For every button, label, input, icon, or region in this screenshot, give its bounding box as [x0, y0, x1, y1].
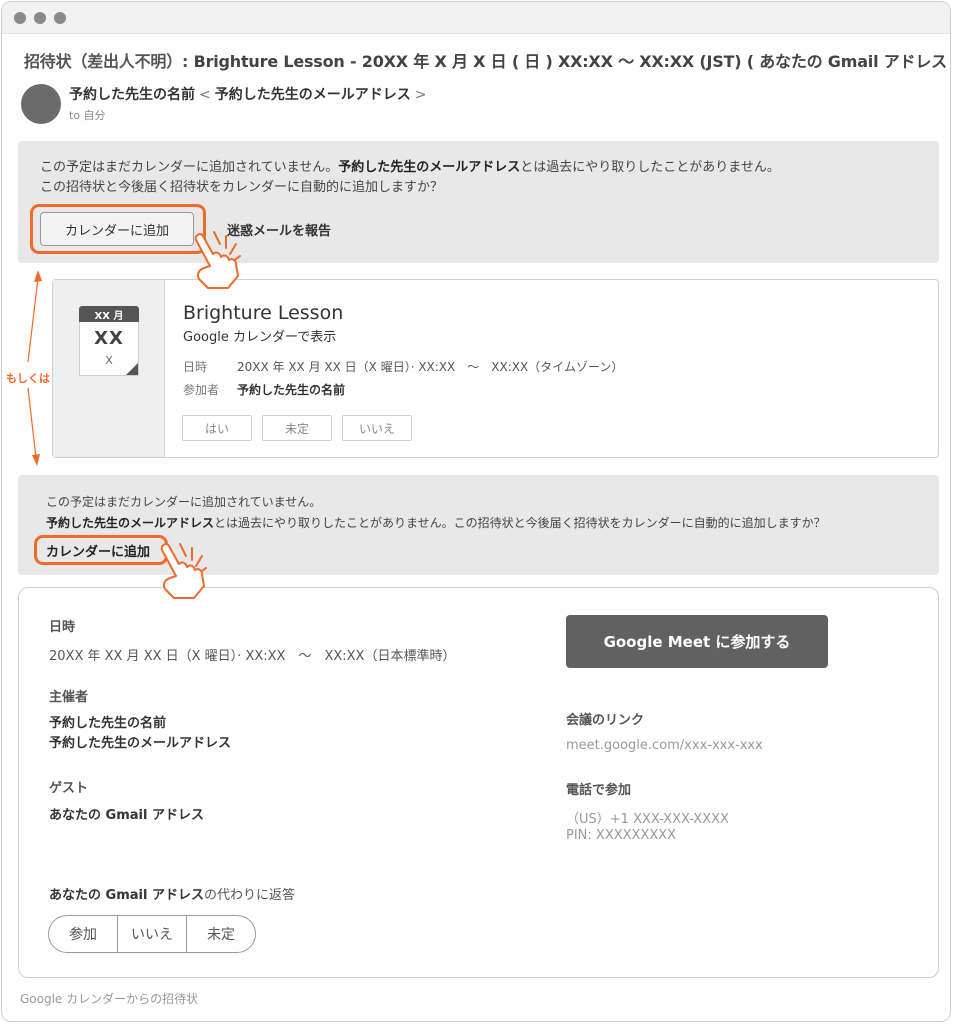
- when-label: 日時: [49, 620, 76, 635]
- rsvp-maybe-button[interactable]: 未定: [262, 415, 332, 441]
- calendar-icon-fold: [126, 363, 138, 375]
- sender-close-bracket: >: [414, 87, 427, 103]
- or-annotation-label: もしくは: [6, 372, 50, 385]
- window-titlebar: [2, 2, 950, 34]
- window-close-dot[interactable]: [14, 12, 26, 24]
- event-title: Brighture Lesson: [183, 302, 344, 324]
- when-value: 20XX 年 XX 月 XX 日（X 曜日）· XX:XX 〜 XX:XX（日本…: [49, 649, 456, 664]
- sender-open-bracket: <: [199, 87, 211, 103]
- organizer-name: 予約した先生の名前: [49, 716, 167, 731]
- guests-label: ゲスト: [49, 781, 89, 796]
- guest-email: あなたの Gmail アドレス: [49, 808, 204, 823]
- notice-alt-sender-email: 予約した先生のメールアドレス: [46, 516, 215, 530]
- notice-line-1: この予定はまだカレンダーに追加されていません。予約した先生のメールアドレスとは過…: [40, 158, 780, 178]
- rsvp-maybe-option[interactable]: 未定: [187, 916, 255, 952]
- calendar-icon-day: XX: [94, 328, 124, 349]
- sender-avatar: [21, 84, 61, 124]
- organizer-label: 主催者: [49, 690, 89, 705]
- footer-note: Google カレンダーからの招待状: [20, 992, 199, 1006]
- subject-body: Brighture Lesson - 20XX 年 X 月 X 日 ( 日 ) …: [188, 52, 953, 71]
- phone-number[interactable]: （US）+1 XXX-XXX-XXXX: [566, 808, 729, 827]
- subject-prefix: 招待状（差出人不明）:: [24, 52, 189, 71]
- notice-line-1-suffix: とは過去にやり取りしたことがありません。: [520, 160, 780, 175]
- organizer-email: 予約した先生のメールアドレス: [49, 736, 232, 751]
- notice-line-2: この招待状と今後届く招待状をカレンダーに自動的に追加しますか？: [40, 180, 444, 195]
- window-minimize-dot[interactable]: [34, 12, 46, 24]
- calendar-icon-month: XX 月: [79, 306, 139, 322]
- notice-alt-line-1: この予定はまだカレンダーに追加されていません。: [46, 495, 322, 509]
- email-subject: 招待状（差出人不明）: Brighture Lesson - 20XX 年 X …: [24, 48, 953, 72]
- phone-pin: PIN: XXXXXXXXX: [566, 828, 677, 843]
- notice-alt-line-2-text: とは過去にやり取りしたことがありません。この招待状と今後届く招待状をカレンダーに…: [214, 516, 826, 530]
- sender-line: 予約した先生の名前 < 予約した先生のメールアドレス >: [69, 84, 430, 104]
- event-details-panel: 日時 20XX 年 XX 月 XX 日（X 曜日）· XX:XX 〜 XX:XX…: [18, 587, 939, 978]
- sender-email: 予約した先生のメールアドレス: [214, 87, 411, 103]
- rsvp-no-option[interactable]: いいえ: [118, 916, 187, 952]
- report-spam-link[interactable]: 迷惑メールを報告: [227, 220, 331, 239]
- event-card: XX 月 XX X Brighture Lesson Google カレンダーで…: [52, 279, 939, 458]
- rsvp-no-button[interactable]: いいえ: [342, 415, 412, 441]
- reply-as-suffix: の代わりに返答: [203, 888, 295, 903]
- notice-sender-email: 予約した先生のメールアドレス: [338, 160, 521, 175]
- notice-alt-line-2: 予約した先生のメールアドレスとは過去にやり取りしたことがありません。この招待状と…: [46, 513, 826, 533]
- view-in-calendar-link[interactable]: Google カレンダーで表示: [183, 326, 336, 345]
- event-attendee-value: 予約した先生の名前: [237, 383, 346, 397]
- highlight-ring-add-link: [34, 535, 168, 565]
- rsvp-pill-group: 参加 いいえ 未定: [48, 915, 256, 953]
- notice-line-1-text: この予定はまだカレンダーに追加されていません。: [40, 160, 339, 175]
- highlight-ring-add-button: [30, 204, 206, 254]
- event-card-icon-panel: XX 月 XX X: [53, 280, 165, 457]
- event-attendee-row: 参加者 予約した先生の名前: [183, 381, 345, 398]
- meeting-link[interactable]: meet.google.com/xxx-xxx-xxx: [566, 738, 763, 753]
- event-time-label: 日時: [183, 360, 208, 374]
- sender-name: 予約した先生の名前: [69, 87, 195, 103]
- join-by-phone-label: 電話で参加: [566, 783, 632, 798]
- join-google-meet-button[interactable]: Google Meet に参加する: [566, 615, 828, 668]
- window-zoom-dot[interactable]: [54, 12, 66, 24]
- calendar-icon: XX 月 XX X: [79, 306, 139, 376]
- reply-as-address: あなたの Gmail アドレス: [49, 888, 204, 903]
- calendar-icon-body: XX X: [79, 322, 139, 376]
- event-time-value: 20XX 年 XX 月 XX 日（X 曜日）· XX:XX 〜 XX:XX（タイ…: [237, 360, 624, 374]
- event-time-row: 日時 20XX 年 XX 月 XX 日（X 曜日）· XX:XX 〜 XX:XX（…: [183, 358, 623, 375]
- reply-on-behalf-line: あなたの Gmail アドレスの代わりに返答: [49, 884, 295, 903]
- rsvp-join-option[interactable]: 参加: [49, 916, 118, 952]
- recipient-line[interactable]: to 自分: [69, 107, 106, 123]
- event-attendee-label: 参加者: [183, 383, 220, 397]
- rsvp-yes-button[interactable]: はい: [182, 415, 252, 441]
- meeting-link-label: 会議のリンク: [566, 713, 645, 728]
